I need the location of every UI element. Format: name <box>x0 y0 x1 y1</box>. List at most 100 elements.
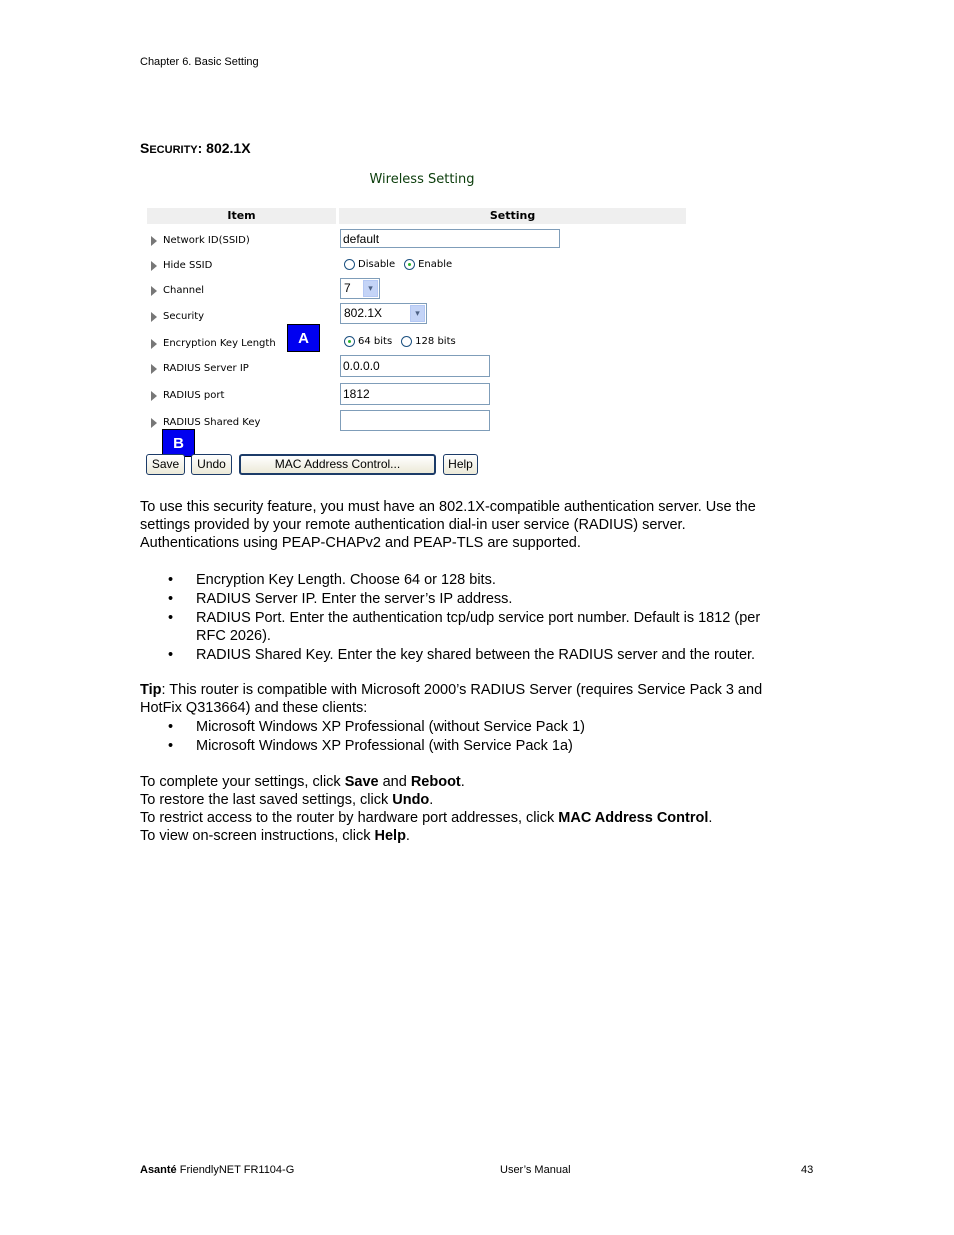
bullet-icon: • <box>168 591 174 607</box>
channel-select[interactable]: 7 ▾ <box>340 278 380 299</box>
save-button[interactable]: Save <box>146 454 185 475</box>
tip-label: Tip <box>140 682 162 698</box>
radius-server-ip-input[interactable]: 0.0.0.0 <box>340 355 490 377</box>
text: and <box>378 774 411 790</box>
arrow-right-icon <box>151 235 157 246</box>
emph: MAC Address Control <box>558 810 709 826</box>
callout-badge-b: B <box>162 429 195 457</box>
chevron-down-icon[interactable]: ▾ <box>410 305 425 322</box>
arrow-right-icon <box>151 260 157 271</box>
arrow-right-icon <box>151 390 157 401</box>
bullet-icon: • <box>168 719 174 735</box>
callout-badge-a: A <box>287 324 320 352</box>
intro-line: To use this security feature, you must h… <box>140 499 756 515</box>
row-label-ssid: Network ID(SSID) <box>151 235 250 246</box>
footer-manual: User’s Manual <box>500 1164 571 1176</box>
security-select[interactable]: 802.1X ▾ <box>340 303 427 324</box>
column-header-setting: Setting <box>339 208 686 224</box>
row-label-security: Security <box>151 311 204 322</box>
security-value: 802.1X <box>344 306 383 320</box>
hide-ssid-disable-radio[interactable] <box>344 259 355 270</box>
label-text: Network ID(SSID) <box>163 235 250 246</box>
bullet-icon: • <box>168 610 174 626</box>
list-item: Microsoft Windows XP Professional (with … <box>196 738 573 754</box>
text: . <box>405 828 410 844</box>
label-text: RADIUS Shared Key <box>163 417 261 428</box>
instruction-line: To restrict access to the router by hard… <box>140 809 830 827</box>
list-item: Encryption Key Length. Choose 64 or 128 … <box>196 572 496 588</box>
list-item-continued: RFC 2026). <box>196 628 271 644</box>
text: . <box>708 810 713 826</box>
hide-ssid-radio-group: Disable Enable <box>344 259 458 270</box>
key-length-radio-group: 64 bits 128 bits <box>344 336 462 347</box>
list-item: RADIUS Shared Key. Enter the key shared … <box>196 647 756 663</box>
emph: Reboot <box>410 774 461 790</box>
radius-port-input[interactable]: 1812 <box>340 383 490 405</box>
column-header-item: Item <box>147 208 336 224</box>
arrow-right-icon <box>151 338 157 349</box>
radio-label: 64 bits <box>358 336 393 347</box>
chevron-down-icon[interactable]: ▾ <box>363 280 378 297</box>
text: To restrict access to the router by hard… <box>140 810 559 826</box>
list-item: RADIUS Server IP. Enter the server’s IP … <box>196 591 513 607</box>
row-label-key-length: Encryption Key Length <box>151 338 276 349</box>
intro-line: Authentications using PEAP-CHAPv2 and PE… <box>140 535 581 551</box>
instruction-line: To view on-screen instructions, click He… <box>140 827 830 845</box>
emph: Save <box>344 774 379 790</box>
list-item: RADIUS Port. Enter the authentication tc… <box>196 610 761 626</box>
key-length-128-radio[interactable] <box>401 336 413 347</box>
text: To restore the last saved settings, clic… <box>140 792 393 808</box>
text: To complete your settings, click <box>140 774 345 790</box>
bullet-icon: • <box>168 738 174 754</box>
label-text: Security <box>163 311 205 322</box>
footer-brand: Asanté <box>140 1164 177 1176</box>
help-button[interactable]: Help <box>443 454 478 475</box>
instructions: To complete your settings, click Save an… <box>140 773 830 845</box>
undo-button[interactable]: Undo <box>191 454 232 475</box>
instruction-line: To restore the last saved settings, clic… <box>140 791 830 809</box>
tip-paragraph: Tip: This router is compatible with Micr… <box>140 681 830 717</box>
text: . <box>429 792 434 808</box>
title-cap: S <box>140 140 150 156</box>
arrow-right-icon <box>151 285 157 296</box>
row-label-radius-key: RADIUS Shared Key <box>151 417 260 428</box>
bullet-icon: • <box>168 647 174 663</box>
key-length-64-radio[interactable] <box>344 336 355 347</box>
intro-line: settings provided by your remote authent… <box>140 517 686 533</box>
radio-label: 128 bits <box>415 336 456 347</box>
row-label-hide-ssid: Hide SSID <box>151 260 212 271</box>
radio-label: Disable <box>358 259 396 270</box>
intro-paragraph: To use this security feature, you must h… <box>140 498 830 552</box>
panel-title: Wireless Setting <box>369 172 475 187</box>
page-number: 43 <box>801 1164 814 1176</box>
radio-label: Enable <box>418 259 453 270</box>
label-text: RADIUS port <box>163 390 225 401</box>
emph: Help <box>374 828 406 844</box>
tip-text: : This router is compatible with Microso… <box>161 682 763 698</box>
radius-shared-key-input[interactable] <box>340 410 490 431</box>
text: To view on-screen instructions, click <box>140 828 375 844</box>
title-smallcaps: ECURITY <box>149 144 198 156</box>
bullet-icon: • <box>168 572 174 588</box>
footer-product: Asanté FriendlyNET FR1104-G <box>140 1164 294 1176</box>
arrow-right-icon <box>151 417 157 428</box>
row-label-channel: Channel <box>151 285 204 296</box>
channel-value: 7 <box>344 281 351 295</box>
label-text: Encryption Key Length <box>163 338 276 349</box>
footer-product-name: FriendlyNET FR1104-G <box>176 1164 295 1176</box>
row-label-radius-port: RADIUS port <box>151 390 224 401</box>
hide-ssid-enable-radio[interactable] <box>404 259 416 270</box>
arrow-right-icon <box>151 363 157 374</box>
mac-address-control-button[interactable]: MAC Address Control... <box>239 454 436 475</box>
wireless-setting-screenshot: Wireless Setting Item Setting Network ID… <box>146 165 688 480</box>
title-rest: : 802.1X <box>197 140 251 156</box>
list-item: Microsoft Windows XP Professional (witho… <box>196 719 585 735</box>
section-title: SECURITY: 802.1X <box>140 140 251 156</box>
chapter-header: Chapter 6. Basic Setting <box>140 56 259 68</box>
row-label-radius-ip: RADIUS Server IP <box>151 363 249 374</box>
text: . <box>460 774 465 790</box>
label-text: Channel <box>163 285 205 296</box>
label-text: RADIUS Server IP <box>163 363 249 374</box>
instruction-line: To complete your settings, click Save an… <box>140 773 830 791</box>
ssid-input[interactable]: default <box>340 229 560 248</box>
